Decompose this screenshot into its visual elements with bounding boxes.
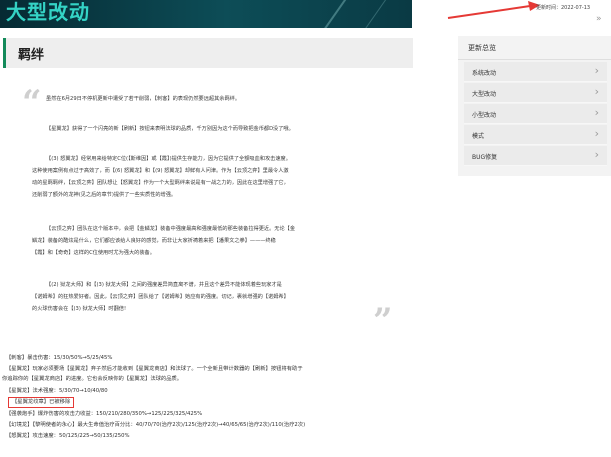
quote-paragraph: 的火球伤害会在【(3) 狱龙大师】时翻倍! — [32, 306, 127, 312]
quote-paragraph: 【霞】和【奇奇】这样的C位使用时尤为强大的装备。 — [32, 250, 155, 256]
chevron-right-icon: › — [594, 85, 599, 98]
banner-title: 大型改动 — [6, 0, 90, 24]
toc-item-minor[interactable]: 小型改动 › — [464, 104, 607, 124]
stat-line: 【怒翼龙】攻击速度：50/125/225→50/135/250% — [6, 433, 130, 439]
toc-item-major[interactable]: 大型改动 › — [464, 83, 607, 103]
quote-paragraph: 【诺姆希】的狂热爱好者。因此，【云顶之弈】团队给了【诺姆希】她应有的强度。切记，… — [32, 294, 289, 300]
quote-paragraph: 还削弱了额外的龙神(见之后的章节)提供了一些实质性的增强。 — [32, 192, 177, 198]
toc-item-system[interactable]: 系统改动 › — [464, 62, 607, 82]
red-arrow-annotation — [447, 1, 540, 19]
stat-line: 【刺客】暴击伤害：15/30/50%→5/25/45% — [6, 355, 113, 361]
page-banner: 大型改动 — [0, 0, 412, 28]
stat-line: 【幻境龙】【黎明使者的永心】最大生命值治疗百分比：40/70/70(治疗2次)/… — [6, 422, 306, 428]
section-header: 羁绊 — [3, 38, 413, 68]
banner-decoration — [353, 0, 390, 28]
section-title: 羁绊 — [18, 48, 45, 63]
chevron-right-icon: › — [594, 64, 599, 77]
toc-item-bugfix[interactable]: BUG修复 › — [464, 146, 607, 166]
chevron-right-icon: › — [594, 106, 599, 119]
quote-paragraph: 虽然在6月29日不停机更新中遭受了若干削弱，【刺客】的表现仍然要远超其余羁绊。 — [46, 96, 241, 102]
quote-paragraph: 【星翼龙】获得了一个闪亮的新【刷新】按钮来表明法球的品质，千万别因为这个而导致把… — [46, 126, 294, 132]
double-chevron-right-icon[interactable]: » — [596, 14, 602, 24]
quote-paragraph: 【(3) 怒翼龙】经常用来给特定C位(【斯维因】或【霞】)提供生存能力，因为它提… — [46, 156, 291, 162]
stat-line: 【星翼龙】法术强度：5/30/70→10/40/80 — [6, 388, 108, 394]
quote-paragraph: 这种使用案例有点过于高效了，而【(6) 怒翼龙】和【(9) 怒翼龙】却鲜有人问津… — [32, 168, 289, 174]
stat-line-highlighted: 【星翼龙纹章】已被移除 — [8, 397, 75, 408]
toc-item-label: 系统改动 — [472, 70, 497, 77]
toc-item-label: BUG修复 — [472, 154, 498, 161]
quote-paragraph: 【(2) 狱龙大师】和【(3) 狱龙大师】之间的强度差异简直离不谱，并且这个差异… — [46, 282, 282, 288]
toc-item-label: 小型改动 — [472, 112, 497, 119]
update-time: 更新时间：2022-07-13 — [536, 5, 591, 11]
toc-item-label: 大型改动 — [472, 91, 497, 98]
stat-line: 【星翼龙】玩家必须要场【星翼龙】弃子然后才能收到【星翼龙商店】和法球了。一个全新… — [6, 366, 303, 372]
stat-line: 【强袭炮手】爆炸伤害的攻击力收益：150/210/280/350%→125/22… — [6, 411, 203, 417]
toc-item-modes[interactable]: 模式 › — [464, 125, 607, 145]
quote-paragraph: 动的星羁羁绊，【云顶之弈】团队想让【怒翼龙】作为一个大型羁绊来说是有一战之力的，… — [32, 180, 289, 186]
open-quote-icon: “ — [22, 83, 42, 123]
toc-header: 更新总览 — [458, 36, 611, 60]
chevron-right-icon: › — [594, 148, 599, 161]
close-quote-icon: ” — [373, 301, 393, 341]
quote-paragraph: 鳞龙】装备的酷炫是什么，它们都应该给人良好的感觉，而非让大家祈祷着来把【潘果文之… — [32, 238, 276, 244]
toc-title: 更新总览 — [468, 44, 496, 52]
stat-line: 你追踪你的【星翼龙商店】的进度。它也会反映你的【星翼龙】法球的品质。 — [2, 376, 183, 382]
quote-paragraph: 【云顶之弈】团队在这个版本中，会把【金鳞龙】装备中强度最高和强度最低的那些装备拉… — [46, 226, 296, 232]
banner-decoration — [312, 0, 350, 28]
chevron-right-icon: › — [594, 127, 599, 140]
quote-block: “ 虽然在6月29日不停机更新中遭受了若干削弱，【刺客】的表现仍然要远超其余羁绊… — [0, 83, 412, 341]
toc-item-label: 模式 — [472, 133, 485, 140]
